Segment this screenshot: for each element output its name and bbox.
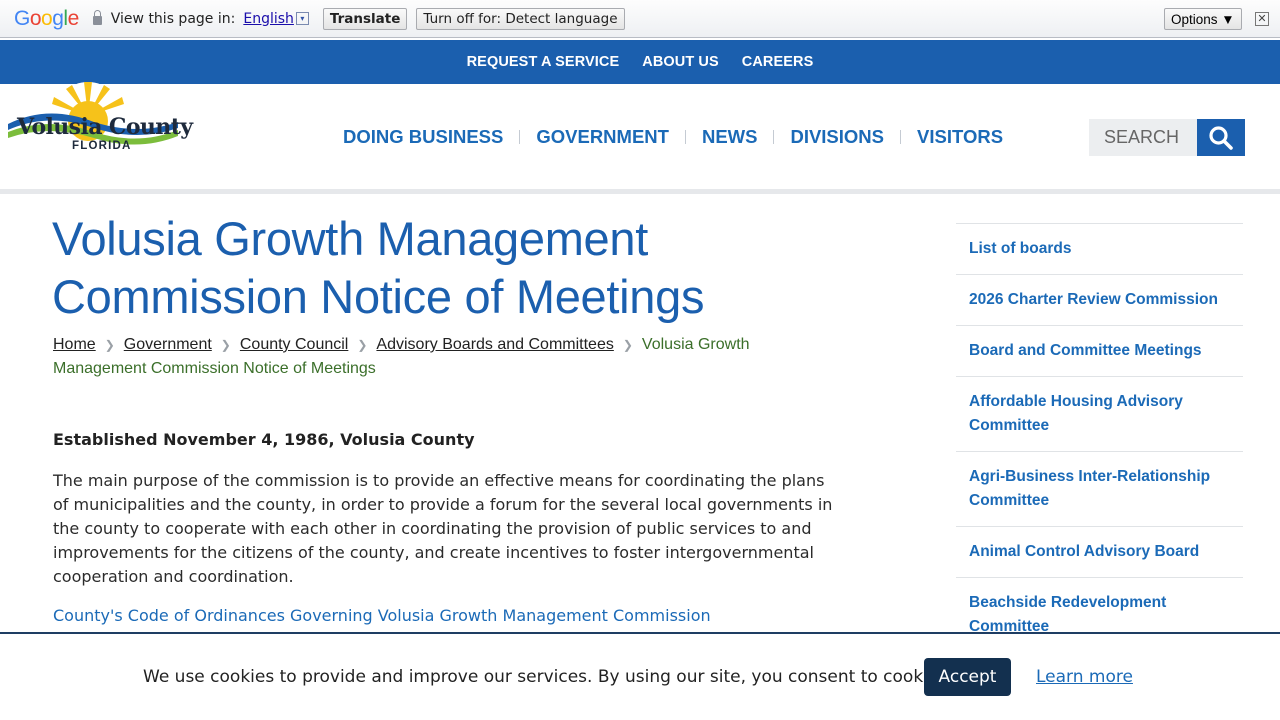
breadcrumb-government[interactable]: Government xyxy=(124,336,212,353)
chevron-right-icon: ❯ xyxy=(220,338,231,352)
dropdown-arrow-icon: ▾ xyxy=(295,12,309,25)
breadcrumb-advisory-boards[interactable]: Advisory Boards and Committees xyxy=(376,336,613,353)
established-note: Established November 4, 1986, Volusia Co… xyxy=(53,430,475,449)
search-button[interactable] xyxy=(1197,119,1245,156)
site-search xyxy=(1089,119,1245,156)
translate-view-label: View this page in: xyxy=(110,10,236,27)
sidebar-item-animal-control[interactable]: Animal Control Advisory Board xyxy=(956,527,1243,578)
cookie-banner: We use cookies to provide and improve ou… xyxy=(0,632,1280,720)
search-input[interactable] xyxy=(1089,119,1197,156)
translate-language-select[interactable]: English ▾ xyxy=(243,11,309,27)
nav-visitors[interactable]: VISITORS xyxy=(917,126,1003,148)
sidebar: List of boards 2026 Charter Review Commi… xyxy=(956,223,1243,653)
nav-divider xyxy=(773,130,775,144)
translate-bar: Google View this page in: English ▾ Trans… xyxy=(0,0,1280,38)
header-divider xyxy=(0,189,1280,194)
volusia-county-logo[interactable]: Volusia County FLORIDA xyxy=(8,64,193,174)
breadcrumb-home[interactable]: Home xyxy=(53,336,96,353)
nav-divider xyxy=(519,130,521,144)
learn-more-link[interactable]: Learn more xyxy=(1036,667,1133,687)
translate-language-label: English xyxy=(243,10,294,27)
chevron-right-icon: ❯ xyxy=(104,338,115,352)
nav-divider xyxy=(900,130,902,144)
nav-news[interactable]: NEWS xyxy=(702,126,758,148)
close-icon[interactable]: ✕ xyxy=(1255,12,1269,26)
logo-state: FLORIDA xyxy=(72,140,132,152)
translate-button[interactable]: Translate xyxy=(322,7,408,30)
breadcrumb-county-council[interactable]: County Council xyxy=(240,336,349,353)
sidebar-item-board-meetings[interactable]: Board and Committee Meetings xyxy=(956,326,1243,377)
main-nav: DOING BUSINESS GOVERNMENT NEWS DIVISIONS… xyxy=(343,126,1003,148)
cookie-message: We use cookies to provide and improve ou… xyxy=(143,667,953,687)
nav-divider xyxy=(684,130,686,144)
utility-nav: REQUEST A SERVICE ABOUT US CAREERS xyxy=(0,40,1280,84)
site-header: Volusia County FLORIDA DOING BUSINESS GO… xyxy=(0,82,1280,190)
chevron-right-icon: ❯ xyxy=(622,338,633,352)
lock-icon xyxy=(92,10,102,25)
sidebar-item-agri-business[interactable]: Agri-Business Inter-Relationship Committ… xyxy=(956,452,1243,527)
nav-divisions[interactable]: DIVISIONS xyxy=(790,126,884,148)
purpose-paragraph: The main purpose of the commission is to… xyxy=(53,471,833,586)
logo-name: Volusia County xyxy=(17,114,193,140)
google-logo: Google xyxy=(14,6,79,30)
nav-about-us[interactable]: ABOUT US xyxy=(642,54,719,70)
accept-cookies-button[interactable]: Accept xyxy=(924,658,1011,696)
page-title: Volusia Growth Management Commission Not… xyxy=(52,212,705,323)
sidebar-item-charter-review[interactable]: 2026 Charter Review Commission xyxy=(956,275,1243,326)
nav-careers[interactable]: CAREERS xyxy=(742,54,814,70)
breadcrumb: Home ❯ Government ❯ County Council ❯ Advisory … xyxy=(53,333,843,381)
code-of-ordinances-link[interactable]: County's Code of Ordinances Governing Vo… xyxy=(53,606,711,625)
turn-off-translate-button[interactable]: Turn off for: Detect language xyxy=(416,7,625,30)
translate-options-button[interactable]: Options ▼ xyxy=(1164,8,1242,30)
nav-government[interactable]: GOVERNMENT xyxy=(536,126,669,148)
nav-request-a-service[interactable]: REQUEST A SERVICE xyxy=(467,54,620,70)
sidebar-item-affordable-housing[interactable]: Affordable Housing Advisory Committee xyxy=(956,377,1243,452)
sidebar-item-list-of-boards[interactable]: List of boards xyxy=(956,224,1243,275)
nav-doing-business[interactable]: DOING BUSINESS xyxy=(343,126,503,148)
chevron-right-icon: ❯ xyxy=(357,338,368,352)
search-icon xyxy=(1209,125,1233,150)
